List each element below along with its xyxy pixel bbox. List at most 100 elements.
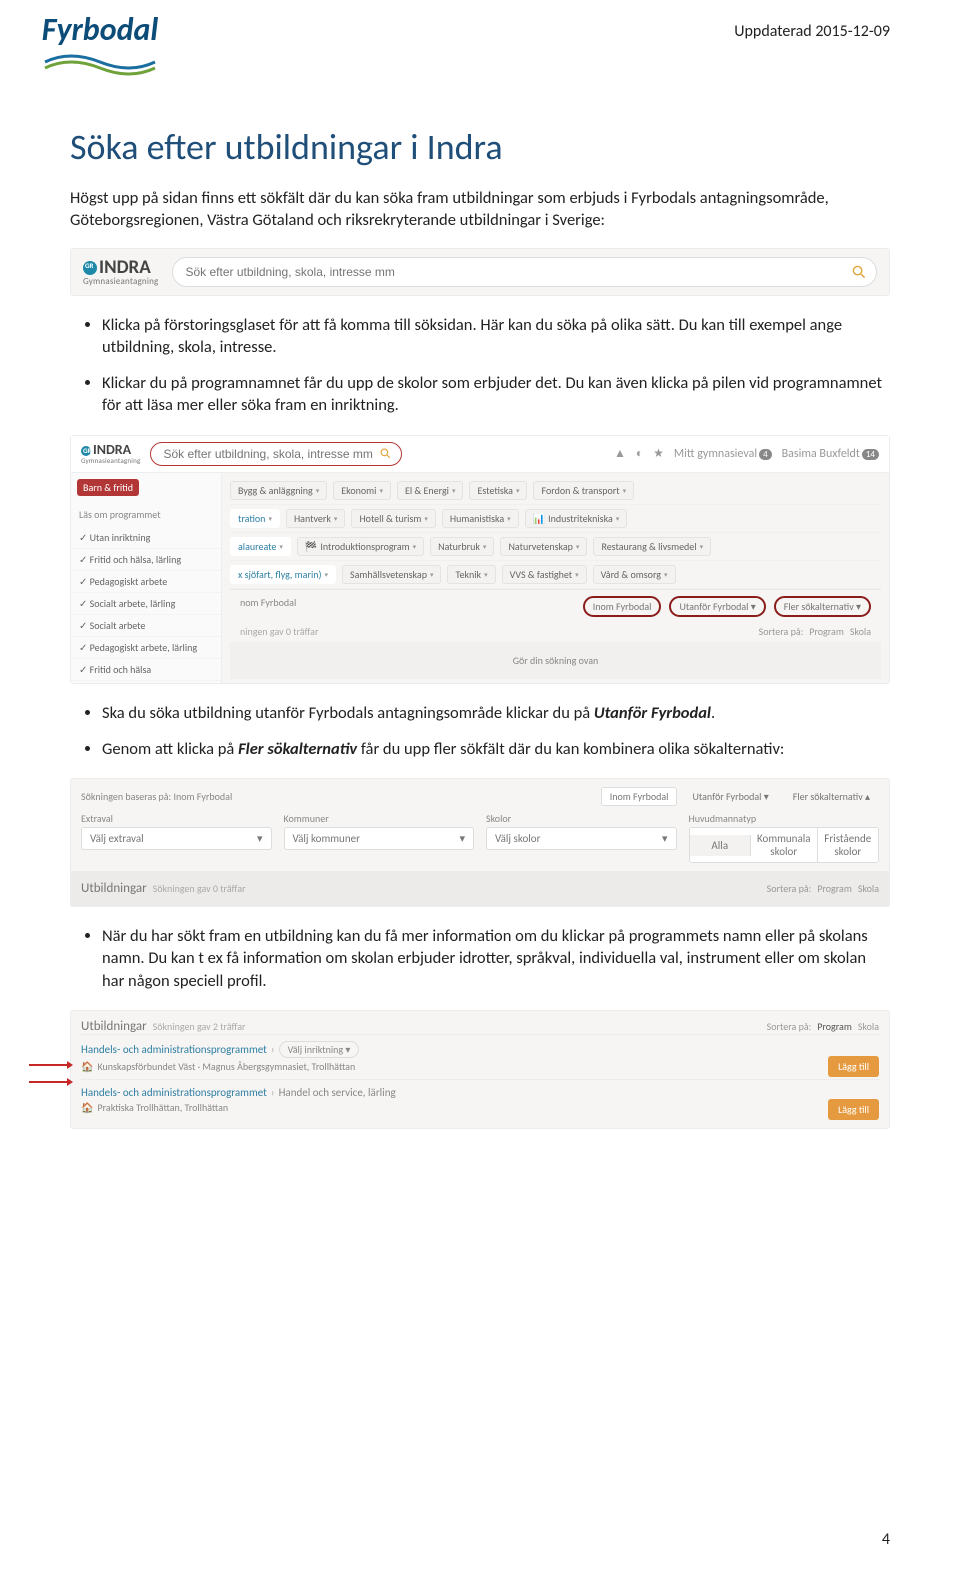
logo-text: Fyrbodal bbox=[42, 14, 158, 46]
page-number: 4 bbox=[882, 1530, 890, 1549]
category-grid: Bygg & anläggning▾ Ekonomi▾ El & Energi▾… bbox=[222, 473, 889, 683]
tab-utanfor-fyrbodal[interactable]: Utanför Fyrbodal ▾ bbox=[683, 787, 777, 806]
select-skolor[interactable]: Välj skolor▾ bbox=[486, 827, 677, 850]
program-link[interactable]: Handels- och administrationsprogrammet bbox=[81, 1086, 267, 1099]
category-chip[interactable]: 📊 Industritekniska▾ bbox=[525, 509, 628, 528]
logo-wave-icon bbox=[40, 48, 160, 76]
category-chip[interactable]: Hotell & turism▾ bbox=[351, 509, 435, 528]
result-row: Handels- och administrationsprogrammet › V… bbox=[81, 1034, 879, 1079]
sort-program[interactable]: Program bbox=[817, 1020, 852, 1033]
side-item[interactable]: ✓ Pedagogiskt arbete, lärling bbox=[71, 637, 221, 659]
category-chip[interactable]: Ekonomi▾ bbox=[333, 481, 391, 500]
embedded-search-page: INDRA Gymnasieantagning ▲ ◐ ★ Mitt gymna… bbox=[70, 435, 890, 684]
select-extraval[interactable]: Välj extraval▾ bbox=[81, 827, 272, 850]
program-pill[interactable]: Barn & fritid bbox=[77, 479, 139, 496]
bullet-list-2: Ska du söka utbildning utanför Fyrbodals… bbox=[80, 702, 890, 761]
filter-label: Skolor bbox=[486, 812, 677, 825]
side-item[interactable]: ✓ Utan inriktning bbox=[71, 527, 221, 549]
add-button[interactable]: Lägg till bbox=[828, 1056, 879, 1077]
category-chip[interactable]: alaureate▾ bbox=[230, 537, 291, 556]
indra-logo: INDRA Gymnasieantagning bbox=[83, 258, 158, 286]
region-text: nom Fyrbodal bbox=[240, 596, 296, 617]
tab-fler-sokalternativ[interactable]: Fler sökalternativ ▴ bbox=[784, 787, 879, 806]
bullet-list-1: Klicka på förstoringsglaset för att få k… bbox=[80, 314, 890, 417]
category-chip[interactable]: Naturbruk▾ bbox=[430, 537, 494, 556]
search-input[interactable] bbox=[183, 264, 852, 280]
bullet-item: När du har sökt fram en utbildning kan d… bbox=[102, 925, 890, 992]
inriktning-text: Handel och service, lärling bbox=[279, 1086, 396, 1099]
category-chip[interactable]: Estetiska▾ bbox=[469, 481, 527, 500]
category-chip[interactable]: Samhällsvetenskap▾ bbox=[342, 565, 441, 584]
sort-skola[interactable]: Skola bbox=[850, 625, 871, 638]
filter-label: Huvudmannatyp bbox=[689, 812, 880, 825]
sort-program[interactable]: Program bbox=[809, 625, 844, 638]
count-badge: 14 bbox=[862, 449, 879, 460]
header-date: Uppdaterad 2015-12-09 bbox=[734, 22, 890, 41]
tab-fler-sokalternativ[interactable]: Fler sökalternativ ▾ bbox=[774, 596, 871, 617]
tab-utanfor-fyrbodal[interactable]: Utanför Fyrbodal ▾ bbox=[669, 596, 765, 617]
side-item[interactable]: ✓ Fritid och hälsa bbox=[71, 659, 221, 681]
program-link[interactable]: Handels- och administrationsprogrammet bbox=[81, 1043, 267, 1056]
category-chip[interactable]: Bygg & anläggning▾ bbox=[230, 481, 327, 500]
empty-message: Gör din sökning ovan bbox=[230, 642, 881, 679]
embedded-search-bar: INDRA Gymnasieantagning bbox=[70, 248, 890, 296]
category-chip[interactable]: Hantverk▾ bbox=[286, 509, 345, 528]
search-field[interactable] bbox=[172, 257, 877, 287]
indra-subtitle: Gymnasieantagning bbox=[83, 277, 158, 286]
user-icon[interactable]: ▲ bbox=[614, 446, 626, 461]
seg-alla[interactable]: Alla bbox=[690, 835, 752, 856]
utbildningar-header: UtbildningarSökningen gav 0 träffar bbox=[81, 881, 245, 896]
bullet-item: Ska du söka utbildning utanför Fyrbodals… bbox=[102, 702, 890, 724]
school-link[interactable]: Kunskapsförbundet Väst · Magnus Åbergsgy… bbox=[97, 1060, 355, 1073]
school-link[interactable]: Praktiska Trollhättan, Trollhättan bbox=[97, 1101, 228, 1114]
tab-inom-fyrbodal[interactable]: Inom Fyrbodal bbox=[601, 787, 678, 806]
seg-fristaende[interactable]: Fristående skolor bbox=[818, 828, 879, 862]
search-input[interactable] bbox=[161, 446, 380, 462]
indra-subtitle: Gymnasieantagning bbox=[81, 457, 140, 464]
category-chip[interactable]: Fordon & transport▾ bbox=[533, 481, 634, 500]
seg-kommunala[interactable]: Kommunala skolor bbox=[751, 828, 818, 862]
category-chip[interactable]: Vård & omsorg▾ bbox=[593, 565, 676, 584]
red-arrow-icon bbox=[29, 1064, 69, 1066]
category-chip[interactable]: tration▾ bbox=[230, 509, 280, 528]
side-label: Läs om programmet bbox=[71, 502, 221, 527]
tab-inom-fyrbodal[interactable]: Inom Fyrbodal bbox=[583, 596, 662, 617]
search-icon[interactable] bbox=[852, 265, 866, 279]
category-chip[interactable]: Humanistiska▾ bbox=[442, 509, 519, 528]
side-item[interactable]: ✓ Socialt arbete bbox=[71, 615, 221, 637]
category-chip[interactable]: VVS & fastighet▾ bbox=[502, 565, 587, 584]
star-icon[interactable]: ★ bbox=[653, 446, 664, 461]
add-button[interactable]: Lägg till bbox=[828, 1099, 879, 1120]
category-chip[interactable]: Naturvetenskap▾ bbox=[500, 537, 587, 556]
select-kommuner[interactable]: Välj kommuner▾ bbox=[284, 827, 475, 850]
search-icon[interactable] bbox=[380, 448, 391, 459]
help-icon[interactable]: ◐ bbox=[636, 446, 643, 461]
caret-icon: › bbox=[271, 1043, 275, 1056]
category-chip[interactable]: Restaurang & livsmedel▾ bbox=[593, 537, 711, 556]
category-chip[interactable]: 🏁 Introduktionsprogram▾ bbox=[297, 537, 424, 556]
category-chip[interactable]: Teknik▾ bbox=[447, 565, 495, 584]
username[interactable]: Basima Buxfeldt14 bbox=[782, 447, 879, 461]
sort-skola[interactable]: Skola bbox=[858, 882, 879, 895]
category-chip[interactable]: x sjöfart, flyg, marin)▾ bbox=[230, 565, 336, 584]
chevron-down-icon: ▾ bbox=[459, 832, 465, 845]
sort-program[interactable]: Program bbox=[817, 882, 852, 895]
gr-dot-icon bbox=[81, 446, 91, 456]
caret-icon: › bbox=[271, 1086, 275, 1099]
side-item[interactable]: ✓ Fritid och hälsa, lärling bbox=[71, 549, 221, 571]
select-inriktning[interactable]: Välj inriktning ▾ bbox=[279, 1041, 360, 1058]
bullet-item: Genom att klicka på Fler sökalternativ f… bbox=[102, 738, 890, 760]
gr-dot-icon bbox=[83, 261, 97, 275]
my-selection[interactable]: Mitt gymnasieval4 bbox=[674, 447, 772, 461]
side-item[interactable]: ✓ Socialt arbete, lärling bbox=[71, 593, 221, 615]
category-chip[interactable]: El & Energi▾ bbox=[397, 481, 464, 500]
sort-skola[interactable]: Skola bbox=[858, 1020, 879, 1033]
count-badge: 4 bbox=[759, 449, 772, 460]
search-field-highlighted[interactable] bbox=[150, 442, 402, 466]
page-title: Söka efter utbildningar i Indra bbox=[70, 125, 890, 169]
filter-label: Kommuner bbox=[284, 812, 475, 825]
program-side-panel: Barn & fritid Läs om programmet ✓ Utan i… bbox=[71, 473, 222, 683]
bullet-item: Klicka på förstoringsglaset för att få k… bbox=[102, 314, 890, 359]
segmented-huvudmannatyp[interactable]: Alla Kommunala skolor Fristående skolor bbox=[689, 827, 880, 863]
side-item[interactable]: ✓ Pedagogiskt arbete bbox=[71, 571, 221, 593]
